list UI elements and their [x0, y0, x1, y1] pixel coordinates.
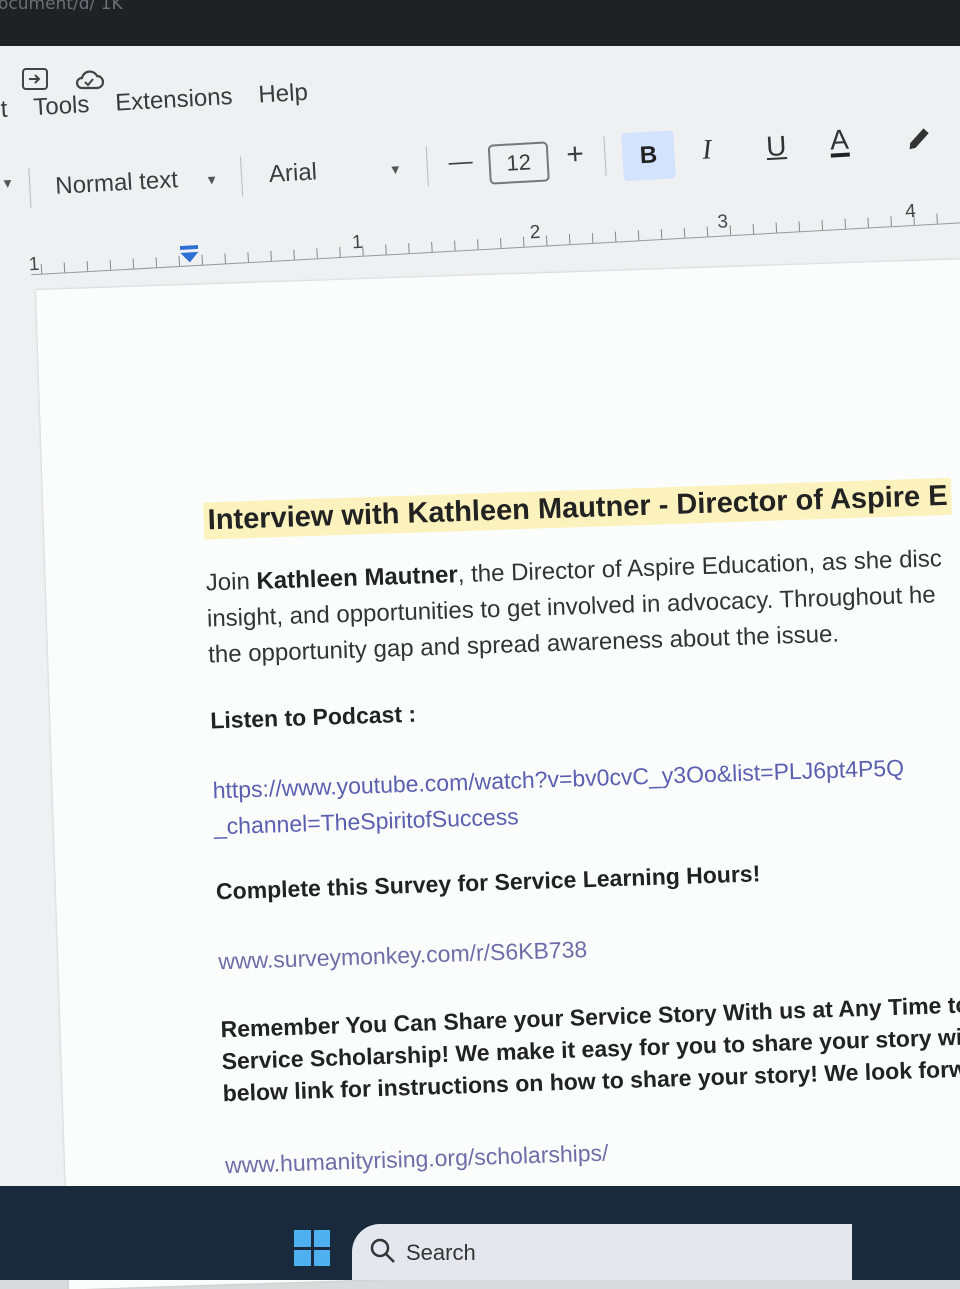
ruler-tick: [500, 238, 502, 249]
ruler-tick: [270, 250, 272, 261]
ruler-tick: [477, 239, 479, 250]
ruler-tick: [339, 246, 341, 258]
ruler-tick: [660, 229, 663, 240]
intro-text: , the Director of Aspire Education, as s…: [457, 545, 943, 589]
ruler-tick: [408, 243, 410, 254]
document-heading[interactable]: Interview with Kathleen Mautner - Direct…: [203, 477, 953, 540]
ruler-tick: [637, 230, 640, 241]
ruler-tick: [454, 240, 456, 251]
font-dropdown-icon[interactable]: ▼: [389, 162, 403, 178]
ruler-tick: [729, 225, 732, 236]
search-label: Search: [406, 1240, 476, 1265]
podcast-link-line[interactable]: _channel=TheSpiritofSuccess: [213, 803, 519, 839]
toolbar-divider: [239, 156, 244, 197]
scholarship-link[interactable]: www.humanityrising.org/scholarships/: [225, 1121, 960, 1184]
intro-text: Join: [205, 567, 257, 597]
ruler-label: 2: [529, 221, 541, 244]
podcast-link-line[interactable]: https://www.youtube.com/watch?v=bv0cvC_y…: [212, 754, 904, 803]
ruler-tick: [775, 222, 778, 233]
ruler-tick: [706, 226, 709, 237]
document-page[interactable]: Interview with Kathleen Mautner - Direct…: [36, 257, 960, 1289]
text-color-button[interactable]: A: [829, 124, 850, 158]
ruler-tick: [63, 262, 66, 273]
ruler-tick: [522, 236, 525, 247]
ruler-label: 3: [716, 211, 729, 233]
ruler-label: 1: [28, 253, 40, 276]
ruler-tick: [545, 235, 548, 246]
decrease-font-size-button[interactable]: —: [448, 148, 474, 177]
move-to-folder-icon[interactable]: [22, 68, 48, 90]
intro-paragraph[interactable]: Join Kathleen Mautner, the Director of A…: [205, 539, 960, 673]
font-family-select[interactable]: Arial: [268, 158, 318, 189]
ruler-tick: [224, 253, 226, 264]
paragraph-style-select[interactable]: Normal text: [55, 166, 179, 201]
ruler-tick: [316, 248, 318, 259]
ruler-tick: [752, 223, 755, 234]
ruler-tick: [362, 245, 364, 256]
menu-item-format[interactable]: t: [0, 96, 8, 124]
windows-start-icon[interactable]: [294, 1230, 330, 1266]
bold-button[interactable]: B: [621, 130, 676, 182]
ruler-tick: [821, 220, 824, 231]
ruler-tick: [591, 232, 594, 243]
chevron-down-icon[interactable]: ▼: [1, 175, 15, 191]
toolbar-divider: [603, 136, 607, 177]
ruler-tick: [890, 216, 892, 227]
toolbar-divider: [425, 146, 429, 187]
share-story-paragraph: Remember You Can Share your Service Stor…: [220, 987, 960, 1109]
menu-item-extensions[interactable]: Extensions: [115, 83, 234, 118]
ruler-tick: [201, 254, 204, 265]
ruler-label: 1: [351, 231, 364, 254]
increase-font-size-button[interactable]: +: [565, 137, 584, 172]
browser-top-bar: ocument/d/ 1K: [0, 0, 960, 46]
taskbar-search[interactable]: Search: [352, 1224, 852, 1280]
highlight-pen-icon[interactable]: [903, 120, 935, 159]
address-bar-fragment[interactable]: ocument/d/ 1K: [0, 0, 123, 14]
ruler-tick: [385, 244, 387, 255]
podcast-label: Listen to Podcast :: [209, 700, 417, 734]
ruler-tick: [798, 221, 801, 232]
toolbar-divider: [28, 168, 32, 209]
ruler-tick: [614, 231, 617, 242]
style-dropdown-icon[interactable]: ▼: [205, 172, 219, 188]
ruler-tick: [155, 257, 158, 268]
ruler-tick: [109, 259, 112, 270]
docs-app: t Tools Extensions Help ▼ Normal text ▼ …: [0, 46, 960, 1289]
ruler-tick: [431, 241, 433, 252]
ruler-tick: [247, 252, 249, 263]
ruler-tick: [40, 263, 43, 274]
ruler-tick: [867, 217, 869, 228]
ruler-tick: [936, 213, 938, 224]
ruler-tick: [86, 261, 89, 272]
font-size-input[interactable]: 12: [487, 141, 550, 185]
italic-button[interactable]: I: [701, 134, 712, 166]
document-body: Interview with Kathleen Mautner - Direct…: [203, 476, 960, 1183]
taskbar: Search: [0, 1186, 960, 1280]
intro-name: Kathleen Mautner: [256, 561, 459, 595]
search-icon: [370, 1238, 395, 1263]
ruler-tick: [568, 234, 571, 245]
ruler-tick: [293, 249, 295, 260]
ruler-tick: [132, 258, 135, 269]
indent-marker-icon[interactable]: [178, 244, 201, 264]
menu-item-help[interactable]: Help: [258, 79, 309, 110]
menu-item-tools[interactable]: Tools: [33, 91, 91, 122]
survey-link[interactable]: www.surveymonkey.com/r/S6KB738: [218, 917, 960, 980]
survey-label: Complete this Survey for Service Learnin…: [215, 860, 761, 905]
underline-button[interactable]: U: [765, 130, 787, 163]
ruler-tick: [844, 218, 847, 229]
ruler-tick: [683, 227, 686, 238]
podcast-link[interactable]: https://www.youtube.com/watch?v=bv0cvC_y…: [212, 746, 960, 844]
